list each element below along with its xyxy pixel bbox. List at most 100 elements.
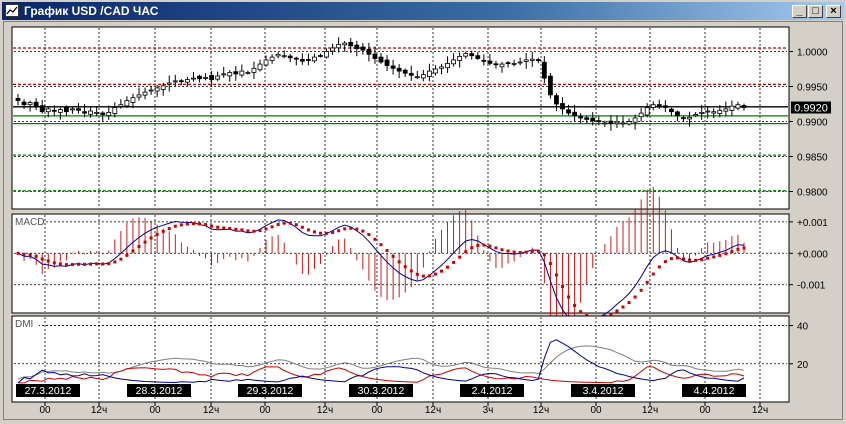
candle-body <box>160 85 166 90</box>
signal-dot <box>95 262 99 266</box>
hour-label: 00 <box>371 405 383 416</box>
signal-dot <box>319 231 322 235</box>
macd-y-axis: +0.001 +0.000 -0.001 <box>789 218 828 292</box>
candle-body <box>64 107 69 113</box>
candle-body <box>106 112 112 116</box>
hour-label: 12ч <box>642 405 658 416</box>
signal-dot <box>373 237 377 241</box>
candle-body <box>463 53 469 57</box>
candle-body <box>445 63 450 69</box>
candle-body <box>529 58 535 61</box>
candle-body <box>723 108 729 112</box>
signal-dot <box>367 233 371 237</box>
signal-dot <box>712 255 716 259</box>
signal-dot <box>155 232 159 236</box>
candle-body <box>560 103 565 110</box>
candle-body <box>644 107 650 116</box>
signal-dot <box>22 252 26 256</box>
hour-label: 12ч <box>203 405 219 416</box>
candle-body <box>178 80 184 83</box>
hour-label: 00 <box>39 405 51 416</box>
candle-body <box>626 121 632 125</box>
chart-frame: 1.0000 0.9950 0.9900 0.9850 0.9800 0.9920 +0… <box>3 21 843 420</box>
candle-body <box>426 70 432 78</box>
candle-body <box>221 73 227 76</box>
hour-label: 12ч <box>425 405 441 416</box>
candle-body <box>602 122 608 125</box>
candle-body <box>203 77 208 79</box>
signal-dot <box>149 236 153 240</box>
candle-body <box>541 61 547 79</box>
candle-body <box>245 72 251 74</box>
candle-body <box>390 65 396 69</box>
candle-body <box>414 76 420 79</box>
signal-dot <box>379 243 383 247</box>
signal-dot <box>579 310 583 314</box>
candle-body <box>154 87 160 92</box>
candle-body <box>51 109 57 112</box>
y-tick-label: +0.001 <box>797 218 828 229</box>
chart-canvas[interactable]: 1.0000 0.9950 0.9900 0.9850 0.9800 0.9920 +0… <box>4 22 842 419</box>
signal-dot <box>325 231 329 235</box>
candle-body <box>669 108 674 113</box>
signal-dot <box>385 249 389 253</box>
signal-dot <box>143 240 147 244</box>
signal-dot <box>198 222 201 226</box>
signal-dot <box>125 253 129 257</box>
hour-label: 00 <box>699 405 711 416</box>
candle-body <box>675 111 680 117</box>
hour-label: 00 <box>590 405 602 416</box>
hour-label: 00 <box>259 405 271 416</box>
signal-dot <box>240 228 244 232</box>
title-bar[interactable]: График USD /CAD ЧАС _ □ × <box>2 2 844 20</box>
window-title: График USD /CAD ЧАС <box>24 4 159 18</box>
y-tick-label: 20 <box>797 360 809 371</box>
signal-dot <box>234 227 238 231</box>
candle-body <box>596 120 602 123</box>
hour-label: 00 <box>149 405 161 416</box>
candle-body <box>360 46 366 51</box>
signal-dot <box>488 244 492 248</box>
candle-body <box>378 56 384 63</box>
dmi-y-axis: 40 20 <box>789 322 809 371</box>
candle-body <box>184 79 190 83</box>
candle-body <box>76 108 81 111</box>
candle-body <box>166 82 172 85</box>
signal-dot <box>694 258 698 262</box>
macd-label: MACD <box>15 217 44 228</box>
signal-dot <box>682 257 685 261</box>
candle-body <box>172 80 178 83</box>
signal-dot <box>542 253 546 257</box>
candle-body <box>457 56 463 61</box>
candle-body <box>33 101 39 108</box>
signal-dot <box>179 223 183 227</box>
candle-body <box>239 70 245 76</box>
signal-dot <box>216 225 220 229</box>
signal-dot <box>688 258 692 262</box>
candle-body <box>487 60 493 64</box>
candle-body <box>148 89 154 92</box>
candle-body <box>608 120 614 125</box>
candle-body <box>21 101 27 106</box>
signal-dot <box>397 260 401 264</box>
signal-dot <box>204 223 208 227</box>
candle-body <box>197 75 202 80</box>
candle-body <box>566 109 571 114</box>
signal-dot <box>16 251 20 255</box>
candle-body <box>312 56 317 62</box>
signal-dot <box>609 312 613 316</box>
candle-body <box>293 57 299 60</box>
candle-body <box>614 121 620 125</box>
candle-body <box>330 47 336 52</box>
minimize-button[interactable]: _ <box>792 5 807 18</box>
signal-dot <box>191 222 195 226</box>
signal-dot <box>137 244 141 248</box>
signal-dot <box>506 249 510 253</box>
macd-panel <box>11 213 790 314</box>
candle-body <box>572 111 577 117</box>
candle-body <box>638 112 644 118</box>
close-button[interactable]: × <box>826 5 841 18</box>
candle-body <box>82 111 87 114</box>
maximize-button[interactable]: □ <box>808 5 823 18</box>
signal-dot <box>718 253 722 257</box>
